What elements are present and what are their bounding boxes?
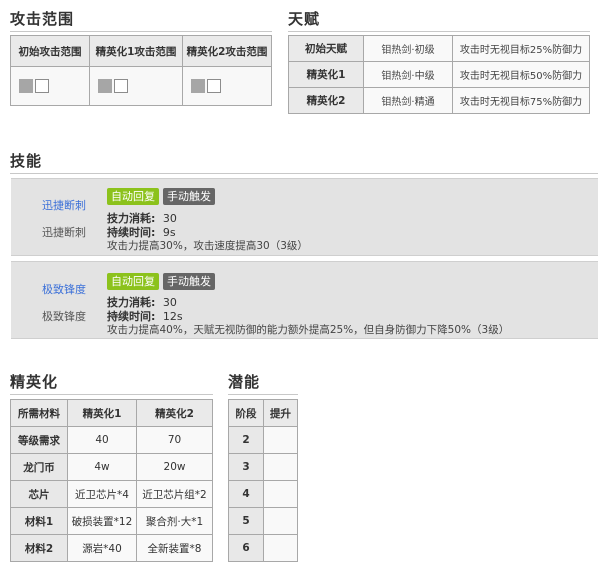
talent-row-effect: 攻击时无视目标50%防御力 (452, 61, 590, 88)
range-divider (10, 31, 272, 32)
range-grid-base (10, 66, 90, 106)
potential-stage: 5 (228, 507, 264, 535)
elite-row-label: 龙门币 (10, 453, 68, 481)
potential-boost (263, 426, 298, 454)
range-grid-e1 (89, 66, 183, 106)
talent-row-effect: 攻击时无视目标25%防御力 (452, 35, 590, 62)
talent-table: 初始天赋 钼热剑·初级 攻击时无视目标25%防御力 精英化1 钼热剑·中级 攻击… (288, 35, 590, 114)
talent-title: 天赋 (288, 10, 321, 28)
range-title: 攻击范围 (10, 10, 75, 28)
elite-row-e1: 源岩*40 (67, 534, 137, 562)
manual-trigger-tag: 手动触发 (163, 188, 215, 205)
skills-title: 技能 (10, 152, 43, 170)
range-header-e1: 精英化1攻击范围 (89, 35, 183, 67)
talent-row-label: 精英化1 (288, 61, 364, 88)
potential-header-boost: 提升 (263, 399, 298, 427)
elite-header-material: 所需材料 (10, 399, 68, 427)
talent-row-effect: 攻击时无视目标75%防御力 (452, 87, 590, 114)
potential-boost (263, 534, 298, 562)
range-cell-self (98, 79, 112, 93)
elite-row-e2: 近卫芯片组*2 (136, 480, 213, 508)
potential-boost (263, 453, 298, 481)
potential-header-stage: 阶段 (228, 399, 264, 427)
elite-row-e1: 40 (67, 426, 137, 454)
talent-divider (288, 31, 590, 32)
skill-link[interactable]: 极致锋度 (42, 281, 86, 297)
elite-header-e1: 精英化1 (67, 399, 137, 427)
elite-row-e2: 全新装置*8 (136, 534, 213, 562)
range-cell-attack (207, 79, 221, 93)
elite-row-label: 材料1 (10, 507, 68, 535)
potential-stage: 4 (228, 480, 264, 508)
auto-recover-tag: 自动回复 (107, 188, 159, 205)
talent-row-label: 精英化2 (288, 87, 364, 114)
skill-name: 极致锋度 (42, 310, 86, 323)
elite-row-e2: 70 (136, 426, 213, 454)
potential-title: 潜能 (228, 373, 261, 391)
range-cell-self (191, 79, 205, 93)
manual-trigger-tag: 手动触发 (163, 273, 215, 290)
auto-recover-tag: 自动回复 (107, 273, 159, 290)
talent-row-label: 初始天赋 (288, 35, 364, 62)
range-cell-self (19, 79, 33, 93)
skill-card: 极致锋度 极致锋度 自动回复 手动触发 技力消耗: 30 持续时间: 12s 攻… (11, 261, 598, 339)
range-header-base: 初始攻击范围 (10, 35, 90, 67)
skills-divider (10, 173, 598, 174)
potential-stage: 2 (228, 426, 264, 454)
elite-row-e1: 近卫芯片*4 (67, 480, 137, 508)
potential-stage: 6 (228, 534, 264, 562)
elite-row-label: 芯片 (10, 480, 68, 508)
elite-table: 所需材料 精英化1 精英化2 等级需求 40 70 龙门币 4w 20w 芯片 … (10, 399, 213, 562)
potential-boost (263, 480, 298, 508)
elite-row-e2: 20w (136, 453, 213, 481)
range-cell-attack (114, 79, 128, 93)
elite-title: 精英化 (10, 373, 59, 391)
elite-header-e2: 精英化2 (136, 399, 213, 427)
elite-row-label: 材料2 (10, 534, 68, 562)
elite-divider (10, 394, 213, 395)
skill-description: 攻击力提高40%，天赋无视防御的能力额外提高25%，但自身防御力下降50%（3级… (107, 324, 510, 336)
potential-stage: 3 (228, 453, 264, 481)
skill-card: 迅捷断刺 迅捷断刺 自动回复 手动触发 技力消耗: 30 持续时间: 9s 攻击… (11, 178, 598, 256)
elite-row-e2: 聚合剂·大*1 (136, 507, 213, 535)
skill-name: 迅捷断刺 (42, 226, 86, 239)
elite-row-e1: 破损装置*12 (67, 507, 137, 535)
potential-divider (228, 394, 298, 395)
elite-row-e1: 4w (67, 453, 137, 481)
range-header-e2: 精英化2攻击范围 (182, 35, 272, 67)
range-table: 初始攻击范围 精英化1攻击范围 精英化2攻击范围 (10, 35, 272, 106)
talent-row-name: 钼热剑·初级 (363, 35, 453, 62)
elite-row-label: 等级需求 (10, 426, 68, 454)
range-cell-attack (35, 79, 49, 93)
range-grid-e2 (182, 66, 272, 106)
skill-description: 攻击力提高30%，攻击速度提高30（3级） (107, 240, 308, 252)
talent-row-name: 钼热剑·精通 (363, 87, 453, 114)
talent-row-name: 钼热剑·中级 (363, 61, 453, 88)
potential-boost (263, 507, 298, 535)
skill-link[interactable]: 迅捷断刺 (42, 197, 86, 213)
potential-table: 阶段 提升 2 3 4 5 6 (228, 399, 298, 562)
